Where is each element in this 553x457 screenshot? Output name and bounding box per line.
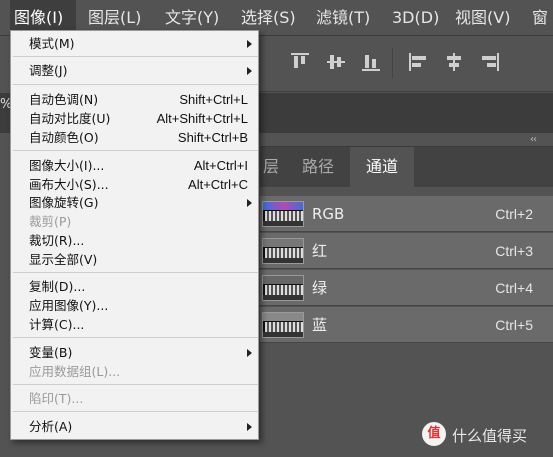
submenu-arrow-icon <box>247 423 252 431</box>
channel-row-red[interactable]: 红 Ctrl+3 <box>260 233 553 269</box>
menu-item-calculations[interactable]: 计算(C)... <box>11 315 260 334</box>
submenu-arrow-icon <box>247 349 252 357</box>
menu-divider <box>13 411 258 412</box>
channel-name: 蓝 <box>312 316 328 334</box>
channel-row-green[interactable]: 绿 Ctrl+4 <box>260 270 553 306</box>
menu-window[interactable]: 窗 <box>532 0 548 36</box>
options-bar <box>260 36 553 92</box>
channel-thumbnail <box>262 275 304 301</box>
menu-filter[interactable]: 滤镜(T) <box>316 0 370 36</box>
menu-item-image-rotation[interactable]: 图像旋转(G) <box>11 193 260 212</box>
watermark-logo-icon: 值 <box>422 422 446 446</box>
menu-divider <box>13 84 258 85</box>
menu-item-analysis[interactable]: 分析(A) <box>11 417 260 436</box>
menu-divider <box>13 337 258 338</box>
tab-channels[interactable]: 通道 <box>350 147 414 187</box>
align-bottom-icon[interactable] <box>361 52 381 72</box>
tab-paths[interactable]: 路径 <box>286 147 350 187</box>
menu-3d[interactable]: 3D(D) <box>392 0 439 36</box>
submenu-arrow-icon <box>247 40 252 48</box>
panel-collapse-icon[interactable]: ‹‹ <box>530 134 537 145</box>
channel-name: RGB <box>312 205 345 223</box>
align-left-icon[interactable] <box>408 52 428 72</box>
menu-item-apply-data-set: 应用数据组(L)... <box>29 364 121 379</box>
menu-item-canvas-size[interactable]: 画布大小(S)... Alt+Ctrl+C <box>11 175 260 194</box>
tab-layers[interactable]: 层 <box>260 147 282 187</box>
menu-divider <box>13 272 258 273</box>
submenu-arrow-icon <box>247 199 252 207</box>
watermark-text: 什么值得买 <box>452 427 528 445</box>
menu-item-apply-image[interactable]: 应用图像(Y)... <box>11 296 260 315</box>
channels-panel: 层 路径 通道 RGB Ctrl+2 红 Ctrl+3 绿 Ctrl+4 蓝 C… <box>260 146 553 457</box>
toolbar-divider <box>392 48 393 78</box>
menu-item-adjustments[interactable]: 调整(J) <box>11 61 260 80</box>
menu-item-trim[interactable]: 裁切(R)... <box>11 231 260 250</box>
menu-item-crop: 裁剪(P) <box>29 214 72 229</box>
menu-divider <box>13 150 258 151</box>
channel-thumbnail <box>262 201 304 227</box>
menu-item-auto-contrast[interactable]: 自动对比度(U) Alt+Shift+Ctrl+L <box>11 109 260 128</box>
menu-item-auto-color[interactable]: 自动颜色(O) Shift+Ctrl+B <box>11 128 260 147</box>
menu-item-auto-tone[interactable]: 自动色调(N) Shift+Ctrl+L <box>11 90 260 109</box>
menu-item-variables[interactable]: 变量(B) <box>11 343 260 362</box>
menu-item-reveal-all[interactable]: 显示全部(V) <box>11 250 260 269</box>
image-menu-dropdown: 模式(M) 调整(J) 自动色调(N) Shift+Ctrl+L 自动对比度(U)… <box>10 30 259 440</box>
channel-name: 绿 <box>312 279 328 297</box>
align-horizontal-center-icon[interactable] <box>444 52 464 72</box>
align-right-icon[interactable] <box>480 52 500 72</box>
channel-shortcut: Ctrl+3 <box>495 243 533 259</box>
channel-thumbnail <box>262 238 304 264</box>
panel-tabs: 层 路径 通道 <box>260 147 553 187</box>
align-top-icon[interactable] <box>290 52 310 72</box>
channel-shortcut: Ctrl+2 <box>495 206 533 222</box>
submenu-arrow-icon <box>247 67 252 75</box>
channel-thumbnail <box>262 312 304 338</box>
menu-item-mode[interactable]: 模式(M) <box>11 34 260 53</box>
menu-item-image-size[interactable]: 图像大小(I)... Alt+Ctrl+I <box>11 156 260 175</box>
menu-divider <box>13 384 258 385</box>
channel-shortcut: Ctrl+4 <box>495 280 533 296</box>
menu-item-duplicate[interactable]: 复制(D)... <box>11 277 260 296</box>
channel-shortcut: Ctrl+5 <box>495 317 533 333</box>
channel-row-blue[interactable]: 蓝 Ctrl+5 <box>260 307 553 343</box>
menu-divider <box>13 56 258 57</box>
channel-row-rgb[interactable]: RGB Ctrl+2 <box>260 196 553 232</box>
menu-item-trap: 陷印(T)... <box>29 391 84 406</box>
watermark: 值 什么值得买 <box>422 420 553 450</box>
channel-name: 红 <box>312 242 328 260</box>
menu-view[interactable]: 视图(V) <box>455 0 510 36</box>
align-vertical-center-icon[interactable] <box>326 52 346 72</box>
